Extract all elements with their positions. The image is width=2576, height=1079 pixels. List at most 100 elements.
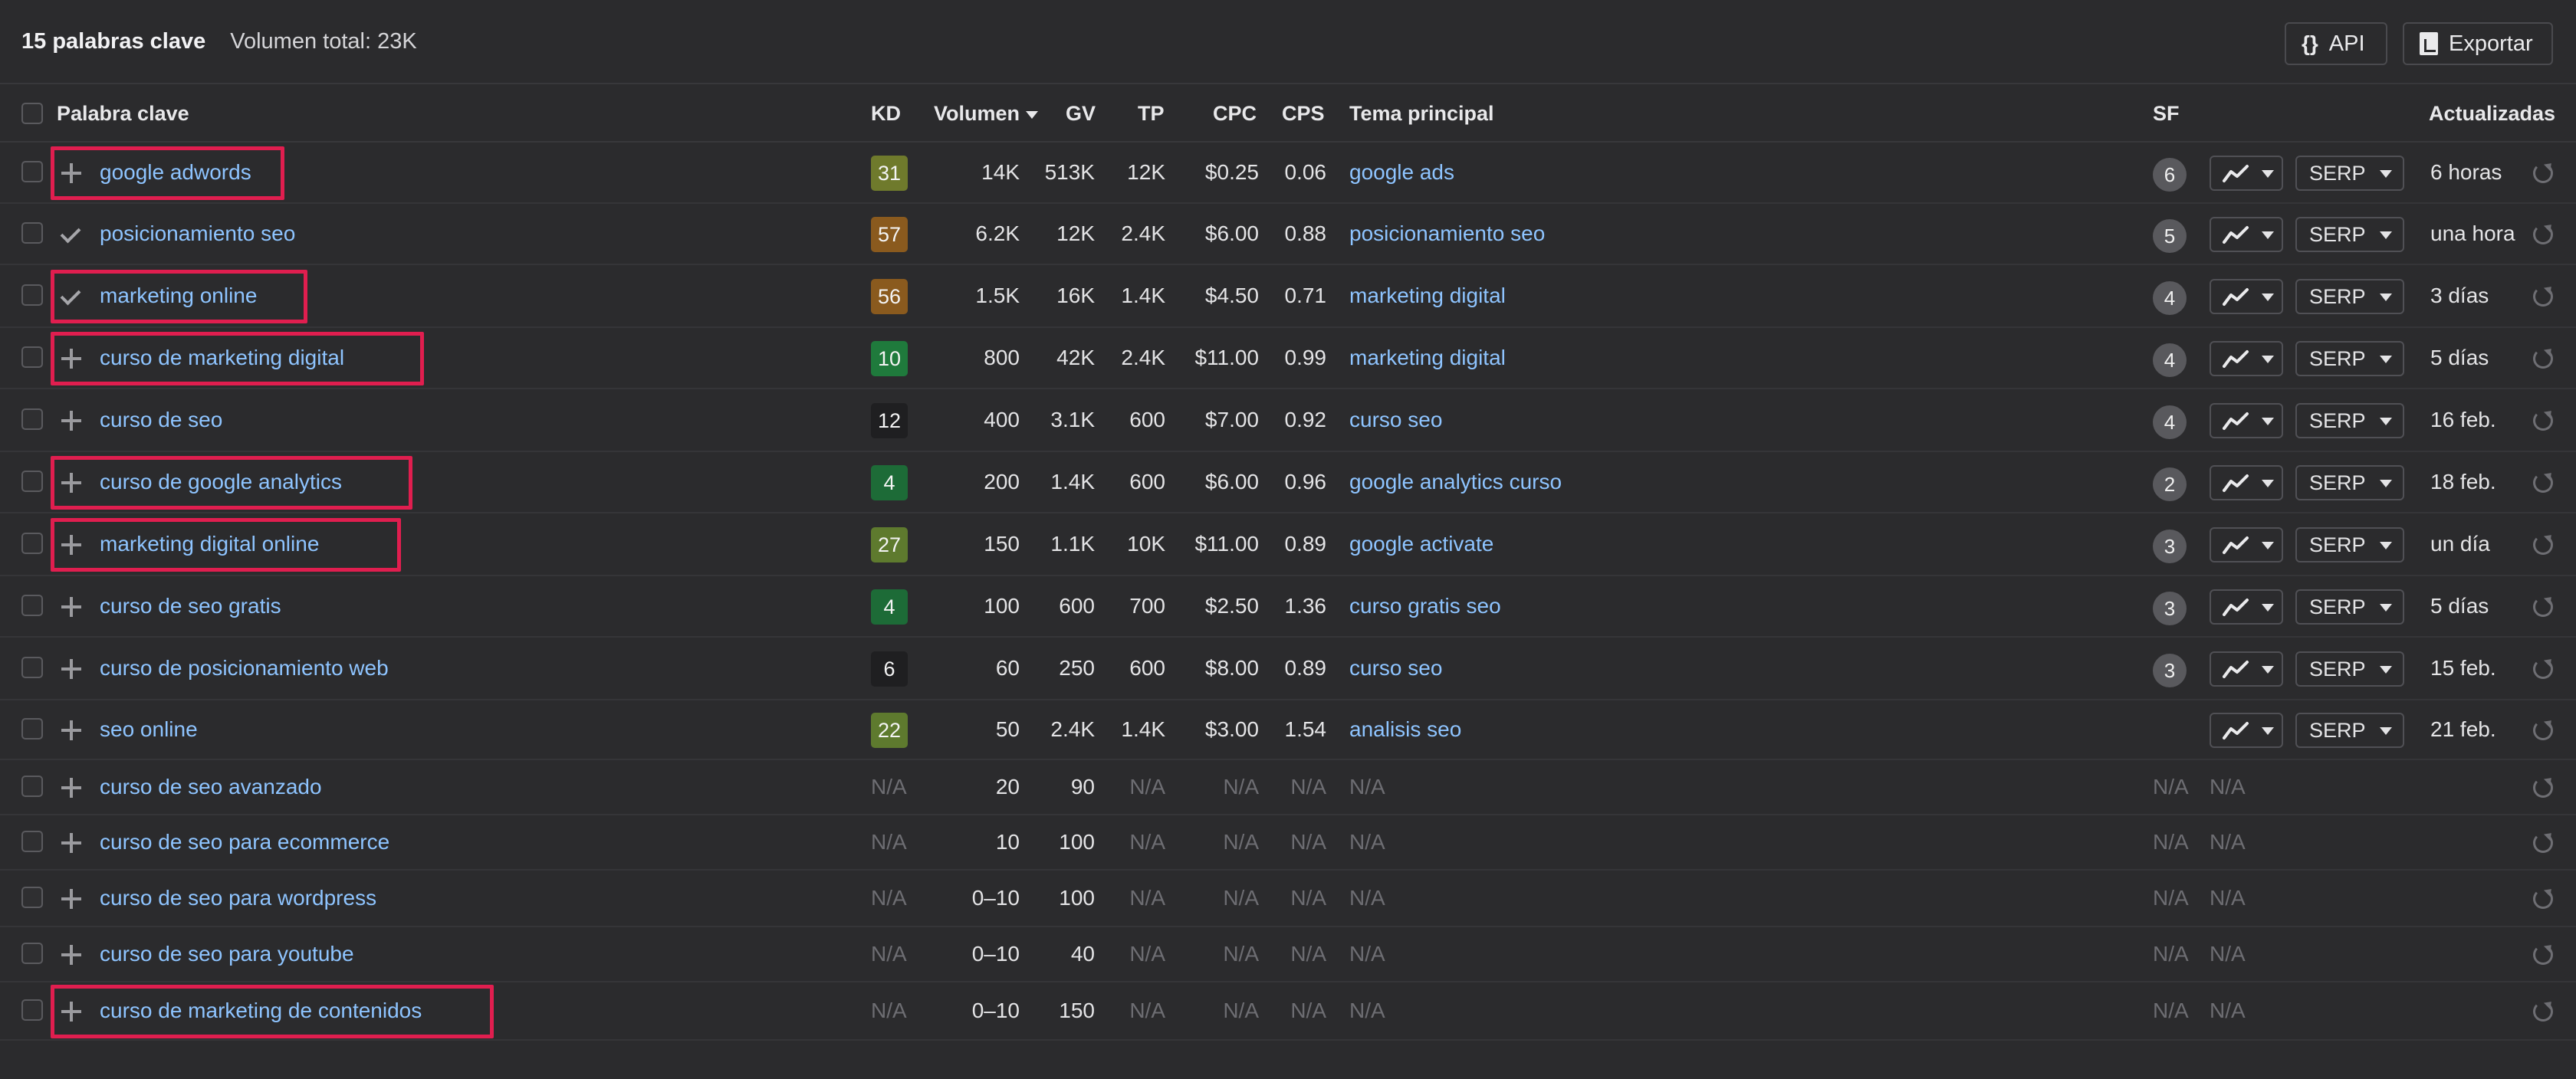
col-volume[interactable]: Volumen [934,84,1039,143]
sf-count-badge[interactable]: 2 [2153,467,2187,501]
plus-icon[interactable] [61,945,81,965]
row-checkbox[interactable] [21,533,43,554]
row-checkbox[interactable] [21,471,43,492]
serp-dropdown-button[interactable]: SERP [2295,713,2404,748]
parent-topic-link[interactable]: marketing digital [1349,346,1506,370]
serp-dropdown-button[interactable]: SERP [2295,403,2404,438]
parent-topic-link[interactable]: curso seo [1349,408,1442,432]
plus-icon[interactable] [61,720,81,740]
parent-topic-link[interactable]: curso seo [1349,656,1442,681]
col-keyword[interactable]: Palabra clave [57,84,189,143]
refresh-icon[interactable] [2533,163,2553,183]
row-checkbox[interactable] [21,284,43,306]
sf-count-badge[interactable]: 3 [2153,654,2187,687]
refresh-icon[interactable] [2533,778,2553,798]
trend-dropdown-button[interactable] [2210,156,2283,191]
row-checkbox[interactable] [21,161,43,182]
api-button[interactable]: {} API [2285,22,2387,65]
row-checkbox[interactable] [21,718,43,740]
keyword-link[interactable]: curso de seo avanzado [100,775,322,799]
trend-dropdown-button[interactable] [2210,217,2283,252]
trend-dropdown-button[interactable] [2210,465,2283,500]
plus-icon[interactable] [61,659,81,679]
refresh-icon[interactable] [2533,833,2553,853]
col-cpc[interactable]: CPC [1213,84,1257,143]
serp-dropdown-button[interactable]: SERP [2295,217,2404,252]
keyword-link[interactable]: curso de seo para youtube [100,942,354,966]
serp-dropdown-button[interactable]: SERP [2295,589,2404,625]
serp-dropdown-button[interactable]: SERP [2295,156,2404,191]
refresh-icon[interactable] [2533,945,2553,965]
row-checkbox[interactable] [21,657,43,678]
parent-topic-link[interactable]: google analytics curso [1349,470,1562,494]
col-kd[interactable]: KD [871,84,901,143]
trend-dropdown-button[interactable] [2210,713,2283,748]
parent-topic-link[interactable]: google ads [1349,160,1454,185]
row-checkbox[interactable] [21,831,43,852]
serp-dropdown-button[interactable]: SERP [2295,651,2404,687]
plus-icon[interactable] [61,597,81,617]
trend-dropdown-button[interactable] [2210,279,2283,314]
refresh-icon[interactable] [2533,225,2553,244]
parent-topic-link[interactable]: google activate [1349,532,1493,556]
refresh-icon[interactable] [2533,889,2553,909]
check-icon[interactable] [61,222,83,244]
keyword-link[interactable]: curso de seo para ecommerce [100,830,389,854]
plus-icon[interactable] [61,889,81,909]
sf-count-badge[interactable]: 4 [2153,405,2187,439]
trend-dropdown-button[interactable] [2210,589,2283,625]
refresh-icon[interactable] [2533,659,2553,679]
plus-icon[interactable] [61,411,81,431]
col-cps[interactable]: CPS [1282,84,1325,143]
row-checkbox[interactable] [21,346,43,368]
row-checkbox[interactable] [21,887,43,908]
refresh-icon[interactable] [2533,597,2553,617]
row-checkbox[interactable] [21,776,43,797]
row-checkbox[interactable] [21,222,43,244]
row-checkbox[interactable] [21,943,43,964]
col-updated[interactable]: Actualizadas [2429,84,2555,143]
keyword-link[interactable]: curso de seo [100,408,222,432]
refresh-icon[interactable] [2533,473,2553,493]
col-topic[interactable]: Tema principal [1349,84,1494,143]
keyword-link[interactable]: posicionamiento seo [100,221,295,246]
sf-count-badge[interactable]: 3 [2153,530,2187,563]
col-tp[interactable]: TP [1138,84,1165,143]
parent-topic-link[interactable]: curso gratis seo [1349,594,1501,618]
keyword-link[interactable]: curso de seo para wordpress [100,886,376,910]
sf-count-badge[interactable]: 6 [2153,158,2187,192]
trend-dropdown-button[interactable] [2210,527,2283,562]
trend-dropdown-button[interactable] [2210,651,2283,687]
row-checkbox[interactable] [21,595,43,616]
trend-dropdown-button[interactable] [2210,403,2283,438]
plus-icon[interactable] [61,833,81,853]
keyword-link[interactable]: seo online [100,717,198,742]
row-checkbox[interactable] [21,408,43,430]
parent-topic-link[interactable]: posicionamiento seo [1349,221,1545,246]
keyword-link[interactable]: curso de posicionamiento web [100,656,389,681]
refresh-icon[interactable] [2533,535,2553,555]
col-gv[interactable]: GV [1066,84,1096,143]
export-button[interactable]: Exportar [2403,22,2553,65]
row-checkbox[interactable] [21,999,43,1021]
serp-dropdown-button[interactable]: SERP [2295,341,2404,376]
serp-dropdown-button[interactable]: SERP [2295,527,2404,562]
keyword-link[interactable]: curso de seo gratis [100,594,281,618]
serp-dropdown-button[interactable]: SERP [2295,465,2404,500]
sf-count-badge[interactable]: 4 [2153,343,2187,377]
parent-topic-link[interactable]: analisis seo [1349,717,1461,742]
refresh-icon[interactable] [2533,720,2553,740]
plus-icon[interactable] [61,778,81,798]
refresh-icon[interactable] [2533,1002,2553,1022]
trend-dropdown-button[interactable] [2210,341,2283,376]
refresh-icon[interactable] [2533,411,2553,431]
refresh-icon[interactable] [2533,287,2553,307]
sf-count-badge[interactable]: 4 [2153,281,2187,315]
parent-topic-link[interactable]: marketing digital [1349,284,1506,308]
serp-dropdown-button[interactable]: SERP [2295,279,2404,314]
select-all-checkbox[interactable] [21,103,43,124]
sf-count-badge[interactable]: 3 [2153,592,2187,625]
refresh-icon[interactable] [2533,349,2553,369]
col-sf[interactable]: SF [2153,84,2180,143]
sf-count-badge[interactable]: 5 [2153,219,2187,253]
